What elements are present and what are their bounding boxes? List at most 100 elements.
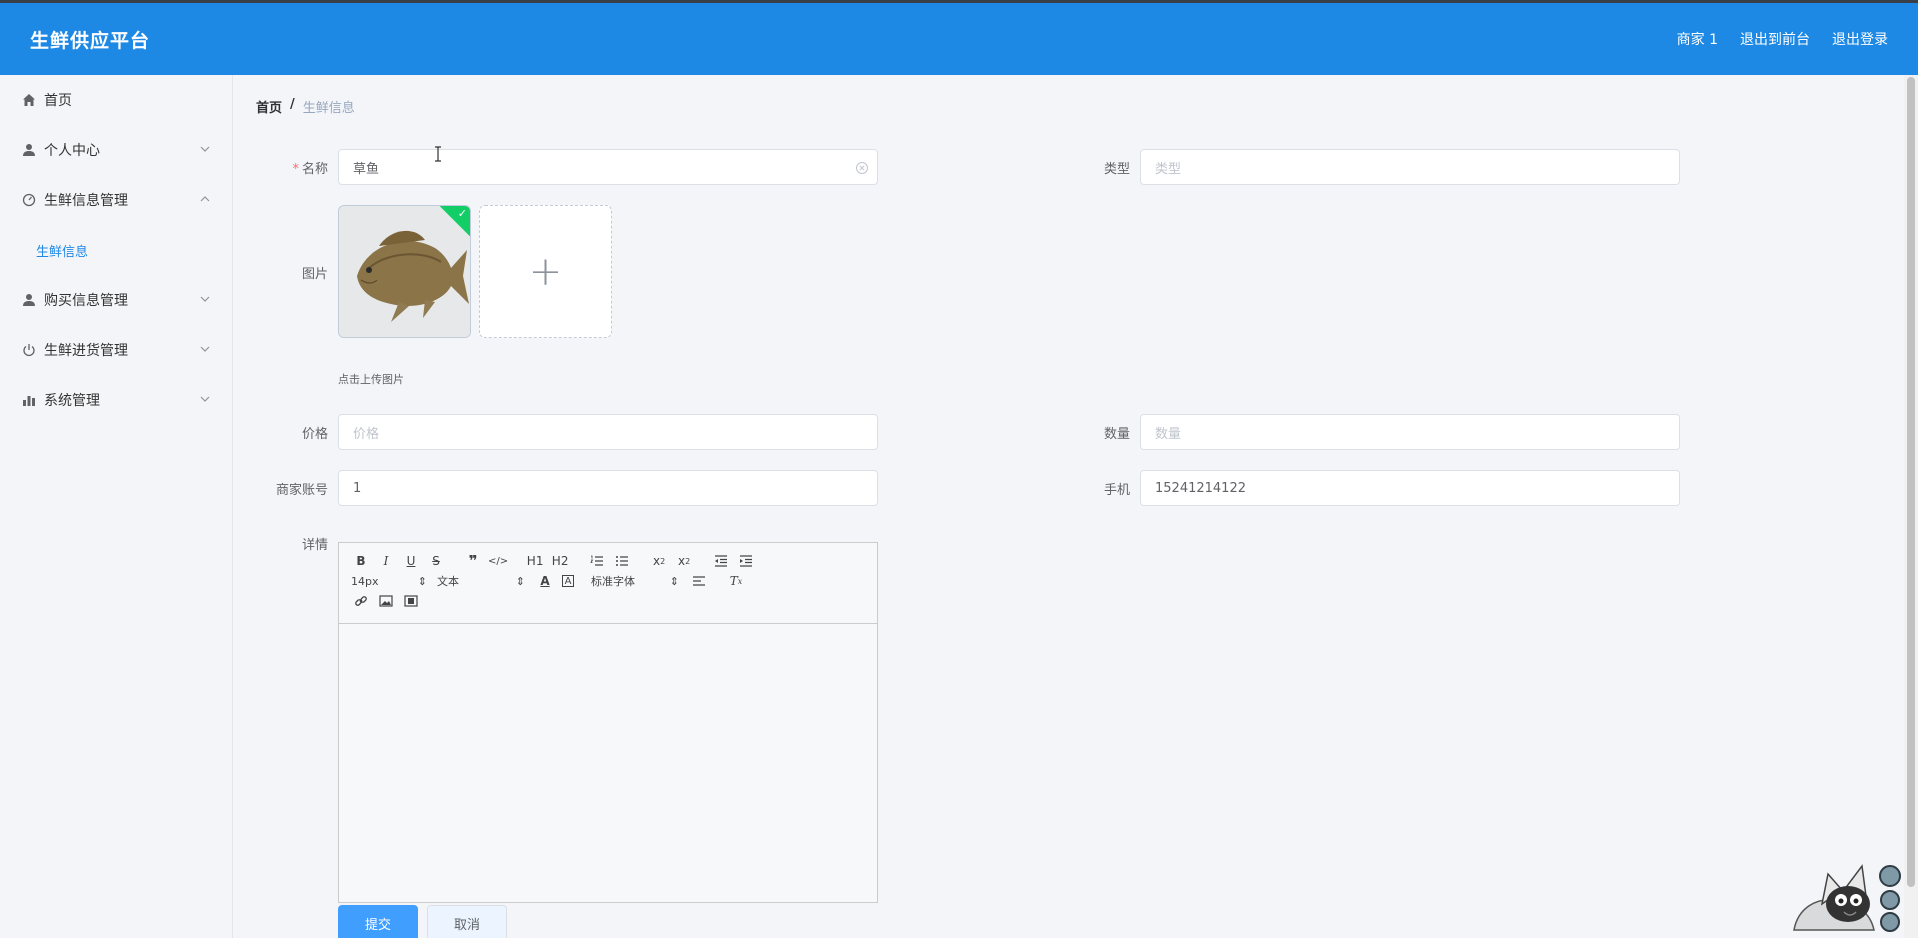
type-label: 类型	[1103, 162, 1130, 177]
breadcrumb-home[interactable]: 首页	[256, 97, 282, 116]
upload-tip: 点击上传图片	[338, 373, 404, 386]
phone-value: 15241214122	[1155, 480, 1246, 496]
editor-toolbar: B I U S ❞ </> H1 H2 x2 x2 14px ⇕ 文本 ⇕ A …	[339, 543, 877, 624]
sidebar: 首页 个人中心 生鲜信息管理 生鲜信息 购买信息管理 生鲜进货管理 系统管理	[0, 75, 233, 938]
sidebar-item-fresh-info-management[interactable]: 生鲜信息管理	[0, 175, 232, 225]
sidebar-item-label: 首页	[44, 93, 72, 109]
submit-button[interactable]: 提交	[338, 905, 418, 938]
select-arrows-icon: ⇕	[515, 574, 525, 588]
price-label: 价格	[301, 427, 328, 442]
required-mark: *	[292, 162, 299, 177]
editor-content-area[interactable]	[339, 624, 877, 902]
superscript-icon[interactable]: x2	[674, 551, 694, 571]
sidebar-item-label: 生鲜信息	[36, 244, 89, 260]
clear-format-icon[interactable]: Tx	[726, 571, 746, 591]
top-bar: 生鲜供应平台 商家 1 退出到前台 退出登录	[0, 0, 1918, 75]
heading-select[interactable]: 文本 ⇕	[437, 573, 525, 589]
underline-icon[interactable]: U	[401, 551, 421, 571]
detail-label: 详情	[301, 538, 328, 553]
sidebar-item-label: 系统管理	[44, 393, 100, 409]
subscript-icon[interactable]: x2	[649, 551, 669, 571]
breadcrumb-current: 生鲜信息	[302, 101, 355, 116]
dashboard-icon	[22, 193, 36, 207]
video-icon[interactable]	[401, 591, 421, 611]
logout-link[interactable]: 退出登录	[1832, 29, 1888, 49]
chevron-down-icon	[200, 346, 210, 352]
align-icon[interactable]	[689, 571, 709, 591]
clear-icon[interactable]	[855, 161, 869, 175]
sidebar-item-label: 个人中心	[44, 143, 100, 159]
top-actions: 商家 1 退出到前台 退出登录	[1677, 29, 1888, 49]
fish-image	[339, 206, 470, 337]
blockquote-icon[interactable]: ❞	[463, 551, 483, 571]
merchant-account-input[interactable]: 1	[338, 470, 878, 506]
text-cursor-icon	[435, 146, 441, 162]
name-input[interactable]: 草鱼	[338, 149, 878, 185]
type-input[interactable]: 类型	[1140, 149, 1680, 185]
name-label: * 名称	[292, 162, 328, 177]
plus-icon: +	[528, 248, 563, 295]
quantity-placeholder: 数量	[1155, 426, 1182, 442]
rich-text-editor: B I U S ❞ </> H1 H2 x2 x2 14px ⇕ 文本 ⇕ A …	[338, 542, 878, 903]
chevron-down-icon	[200, 146, 210, 152]
italic-icon[interactable]: I	[376, 551, 396, 571]
chevron-up-icon	[200, 196, 210, 202]
upload-image-button[interactable]: +	[479, 205, 612, 338]
bullet-list-icon[interactable]	[612, 551, 632, 571]
font-family-select[interactable]: 标准字体 ⇕	[591, 573, 679, 589]
main-content: 首页 / 生鲜信息 * 名称 草鱼 类型 类型 图片 ✓ + 点击上传图片 价格 …	[234, 75, 1904, 938]
bar-chart-icon	[22, 393, 36, 407]
chevron-down-icon	[200, 396, 210, 402]
sidebar-item-fresh-info[interactable]: 生鲜信息	[0, 225, 232, 275]
phone-label: 手机	[1103, 483, 1130, 498]
name-value: 草鱼	[353, 161, 380, 177]
strikethrough-icon[interactable]: S	[426, 551, 446, 571]
bold-icon[interactable]: B	[351, 551, 371, 571]
uploaded-image[interactable]: ✓	[338, 205, 471, 338]
sidebar-item-purchase-info-management[interactable]: 购买信息管理	[0, 275, 232, 325]
breadcrumb-separator: /	[290, 97, 295, 112]
select-arrows-icon: ⇕	[417, 574, 427, 588]
back-to-front-link[interactable]: 退出到前台	[1740, 29, 1810, 49]
type-placeholder: 类型	[1155, 161, 1182, 177]
user-icon	[22, 293, 36, 307]
font-size-select[interactable]: 14px ⇕	[351, 575, 427, 588]
font-color-icon[interactable]: A	[535, 571, 555, 591]
mascot-icon[interactable]	[1786, 846, 1906, 934]
quantity-label: 数量	[1103, 427, 1130, 442]
phone-input[interactable]: 15241214122	[1140, 470, 1680, 506]
breadcrumb: 首页 / 生鲜信息	[256, 97, 355, 116]
sidebar-item-personal-center[interactable]: 个人中心	[0, 125, 232, 175]
heading-2-icon[interactable]: H2	[550, 551, 570, 571]
check-icon: ✓	[457, 207, 467, 220]
user-icon	[22, 143, 36, 157]
merchant-account-value: 1	[353, 480, 362, 496]
outdent-icon[interactable]	[711, 551, 731, 571]
code-block-icon[interactable]: </>	[488, 551, 508, 571]
cancel-button[interactable]: 取消	[427, 905, 507, 938]
current-user[interactable]: 商家 1	[1677, 29, 1718, 49]
ordered-list-icon[interactable]	[587, 551, 607, 571]
price-placeholder: 价格	[353, 426, 380, 442]
select-arrows-icon: ⇕	[669, 574, 679, 588]
sidebar-item-system-management[interactable]: 系统管理	[0, 375, 232, 425]
scrollbar-thumb[interactable]	[1907, 77, 1915, 887]
link-icon[interactable]	[351, 591, 371, 611]
brand-title: 生鲜供应平台	[30, 29, 151, 52]
price-input[interactable]: 价格	[338, 414, 878, 450]
page-scrollbar[interactable]	[1904, 75, 1918, 938]
power-icon	[22, 343, 36, 357]
sidebar-item-label: 购买信息管理	[44, 293, 128, 309]
background-color-icon[interactable]: A	[562, 575, 574, 587]
image-label: 图片	[301, 267, 328, 282]
indent-icon[interactable]	[736, 551, 756, 571]
quantity-input[interactable]: 数量	[1140, 414, 1680, 450]
chevron-down-icon	[200, 296, 210, 302]
heading-1-icon[interactable]: H1	[525, 551, 545, 571]
sidebar-item-label: 生鲜进货管理	[44, 343, 128, 359]
sidebar-item-label: 生鲜信息管理	[44, 193, 128, 209]
image-icon[interactable]	[376, 591, 396, 611]
sidebar-item-home[interactable]: 首页	[0, 75, 232, 125]
sidebar-item-stock-management[interactable]: 生鲜进货管理	[0, 325, 232, 375]
home-icon	[22, 93, 36, 107]
